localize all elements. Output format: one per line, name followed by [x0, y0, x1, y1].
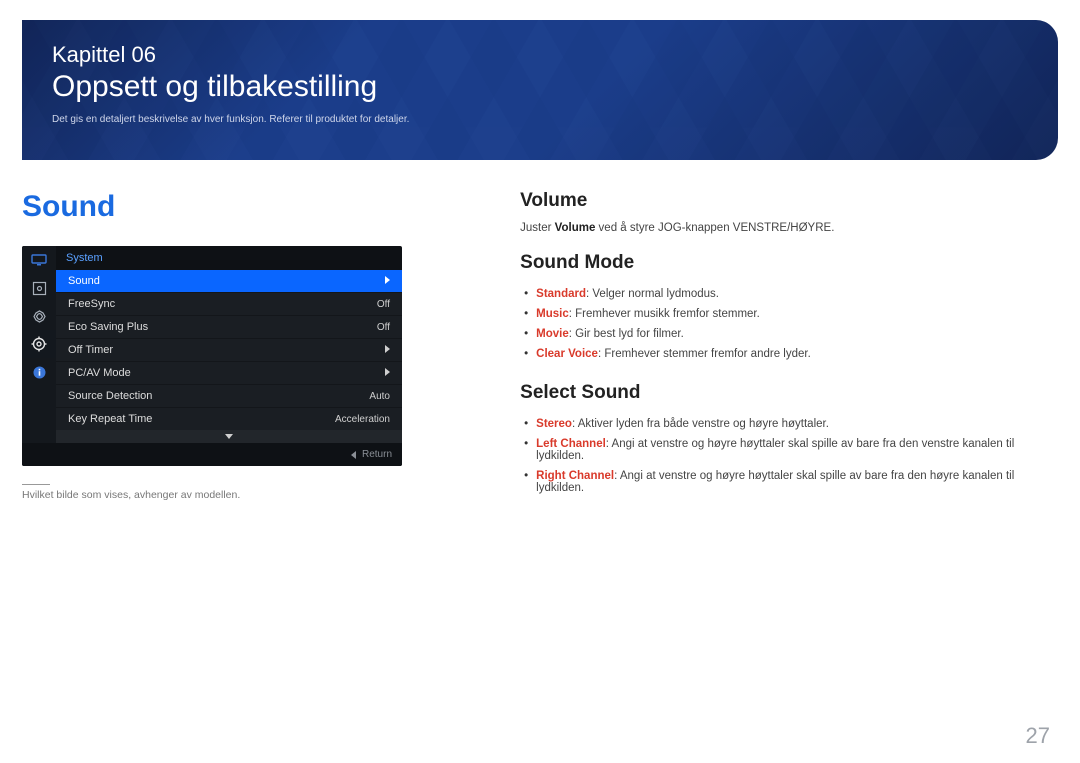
osd-item-ecosaving[interactable]: Eco Saving Plus Off [56, 315, 402, 338]
text-span: ved å styre JOG-knappen VENSTRE/HØYRE. [595, 222, 834, 234]
osd-menu-screenshot: System Sound FreeSync Off Eco Saving Plu… [22, 246, 402, 466]
desc: : Fremhever stemmer fremfor andre lyder. [598, 348, 811, 360]
desc: : Fremhever musikk fremfor stemmer. [569, 308, 760, 320]
list-item: Right Channel: Angi at venstre og høyre … [524, 466, 1058, 498]
picture-icon [22, 274, 56, 302]
osd-item-label: Source Detection [68, 390, 152, 402]
desc: : Aktiver lyden fra både venstre og høyr… [572, 418, 829, 430]
osd-item-pcav[interactable]: PC/AV Mode [56, 361, 402, 384]
osd-item-keyrepeat[interactable]: Key Repeat Time Acceleration [56, 407, 402, 430]
osd-item-label: FreeSync [68, 298, 115, 310]
monitor-icon [22, 246, 56, 274]
gear-icon [22, 330, 56, 358]
list-item: Standard: Velger normal lydmodus. [524, 284, 1058, 304]
term: Left Channel [536, 438, 606, 450]
list-item: Music: Fremhever musikk fremfor stemmer. [524, 304, 1058, 324]
arrow-right-icon [385, 345, 390, 353]
chapter-number: Kapittel 06 [52, 42, 1028, 68]
arrow-right-icon [385, 276, 390, 284]
osd-item-label: Off Timer [68, 344, 113, 356]
osd-item-value: Auto [369, 391, 390, 402]
arrow-left-icon [351, 451, 356, 459]
osd-item-label: Eco Saving Plus [68, 321, 148, 333]
osd-item-value [385, 345, 390, 356]
osd-item-value [385, 368, 390, 379]
osd-item-label: Key Repeat Time [68, 413, 152, 425]
osd-body: System Sound FreeSync Off Eco Saving Plu… [56, 246, 402, 443]
selectsound-list: Stereo: Aktiver lyden fra både venstre o… [524, 414, 1058, 498]
chapter-title: Oppsett og tilbakestilling [52, 70, 1028, 104]
osd-item-sound[interactable]: Sound [56, 270, 402, 292]
osd-item-value: Off [377, 322, 390, 333]
term: Stereo [536, 418, 572, 430]
term: Clear Voice [536, 348, 598, 360]
arrow-right-icon [385, 368, 390, 376]
osd-item-sourcedetection[interactable]: Source Detection Auto [56, 384, 402, 407]
soundmode-list: Standard: Velger normal lydmodus. Music:… [524, 284, 1058, 364]
chevron-down-icon [225, 434, 233, 439]
term: Movie [536, 328, 569, 340]
osd-item-label: PC/AV Mode [68, 367, 131, 379]
footnote-divider [22, 484, 50, 485]
section-heading-sound: Sound [22, 190, 480, 224]
term: Standard [536, 288, 586, 300]
list-item: Movie: Gir best lyd for filmer. [524, 324, 1058, 344]
osd-item-value: Acceleration [335, 414, 390, 425]
desc: : Angi at venstre og høyre høyttaler ska… [536, 438, 1014, 462]
osd-item-offtimer[interactable]: Off Timer [56, 338, 402, 361]
osd-return-label: Return [362, 449, 392, 460]
list-item: Stereo: Aktiver lyden fra både venstre o… [524, 414, 1058, 434]
osd-sidebar [22, 246, 56, 443]
term: Music [536, 308, 569, 320]
list-item: Left Channel: Angi at venstre og høyre h… [524, 434, 1058, 466]
heading-soundmode: Sound Mode [520, 252, 1058, 274]
list-item: Clear Voice: Fremhever stemmer fremfor a… [524, 344, 1058, 364]
settings-nav-icon [22, 302, 56, 330]
text-span: Juster [520, 222, 555, 234]
osd-item-value [385, 276, 390, 287]
osd-scroll-indicator [56, 430, 402, 443]
osd-return-bar[interactable]: Return [22, 443, 402, 466]
info-icon [22, 358, 56, 386]
chapter-subtitle: Det gis en detaljert beskrivelse av hver… [52, 114, 1028, 125]
text-bold: Volume [555, 222, 596, 234]
chapter-banner: Kapittel 06 Oppsett og tilbakestilling D… [22, 20, 1058, 160]
osd-header: System [56, 246, 402, 270]
term: Right Channel [536, 470, 614, 482]
content-columns: Sound [22, 190, 1058, 501]
osd-item-freesync[interactable]: FreeSync Off [56, 292, 402, 315]
heading-selectsound: Select Sound [520, 382, 1058, 404]
osd-item-value: Off [377, 299, 390, 310]
desc: : Gir best lyd for filmer. [569, 328, 684, 340]
page-number: 27 [1026, 723, 1050, 749]
osd-item-label: Sound [68, 275, 100, 287]
footnote-text: Hvilket bilde som vises, avhenger av mod… [22, 489, 480, 501]
right-column: Volume Juster Volume ved å styre JOG-kna… [520, 190, 1058, 501]
heading-volume: Volume [520, 190, 1058, 212]
desc: : Velger normal lydmodus. [586, 288, 719, 300]
volume-desc: Juster Volume ved å styre JOG-knappen VE… [520, 222, 1058, 234]
left-column: Sound [22, 190, 480, 501]
